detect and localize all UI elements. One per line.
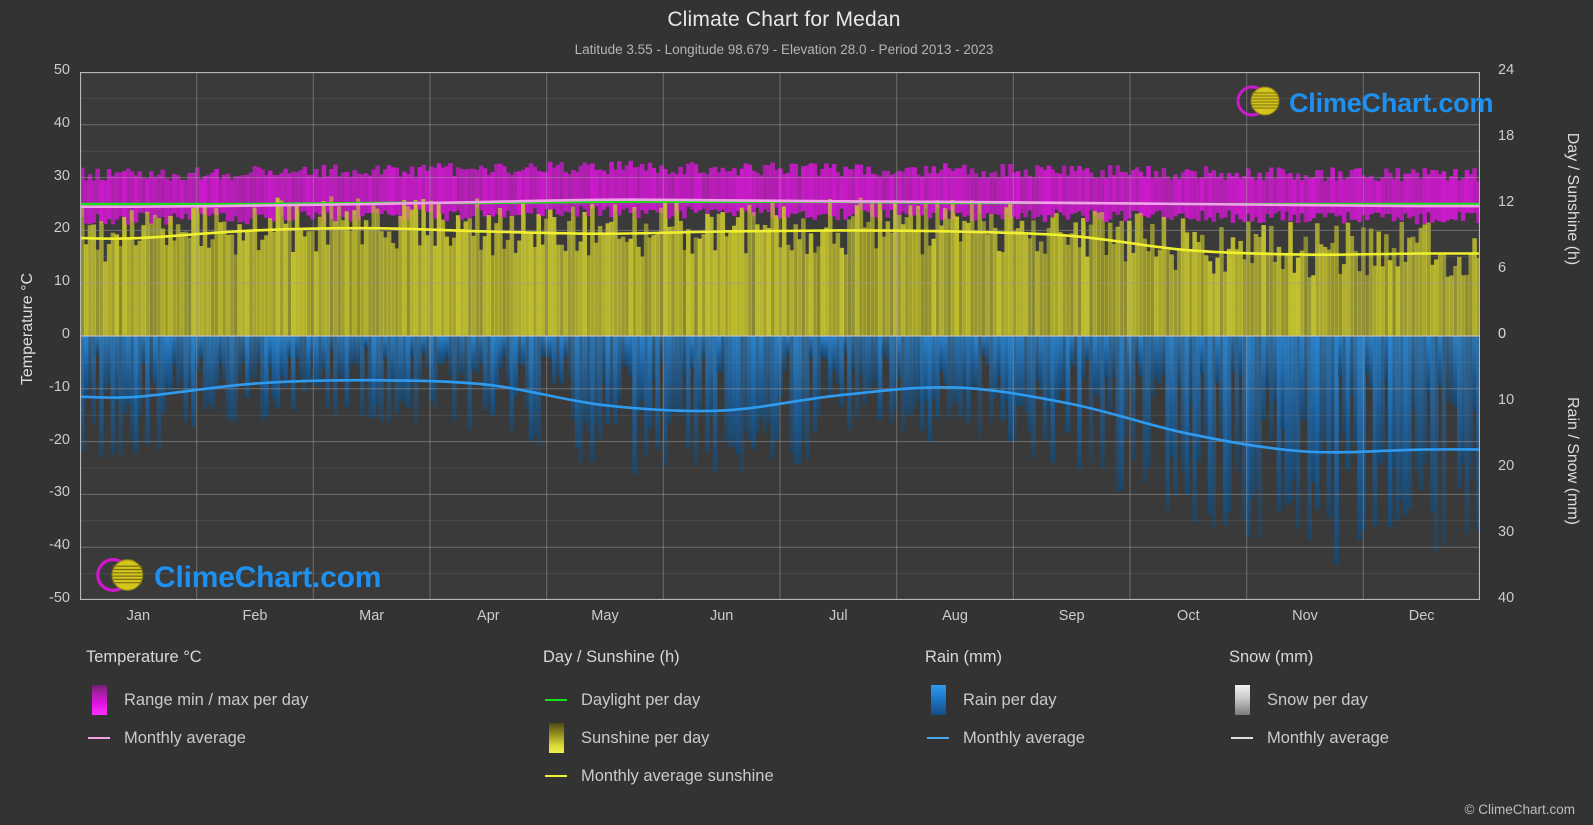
legend-item-temp-average: Monthly average [86, 719, 308, 757]
x-axis-tick: Oct [1177, 608, 1200, 624]
legend-heading-snow: Snow (mm) [1229, 648, 1314, 666]
legend-label-snow-average: Monthly average [1267, 728, 1389, 747]
footer-credit: © ClimeChart.com [1464, 802, 1575, 817]
x-axis-tick: Jul [829, 608, 848, 624]
legend-item-snow-average: Monthly average [1229, 719, 1389, 757]
x-axis-tick: Jun [709, 608, 734, 624]
logo-mark [96, 558, 144, 592]
legend-item-sunshine: Sunshine per day [543, 719, 774, 757]
legend-item-snow: Snow per day [1229, 681, 1389, 719]
legend-label-rain: Rain per day [963, 690, 1057, 709]
watermark-wordmark-top: ClimeChart.com [1289, 88, 1494, 118]
legend-label-temp-range: Range min / max per day [124, 690, 309, 709]
legend-item-rain-average: Monthly average [925, 719, 1085, 757]
climate-plot [80, 72, 1480, 600]
watermark-wordmark-main: ClimeChart.com [154, 560, 382, 594]
x-axis-tick: May [591, 608, 619, 624]
y-axis-right-top-tick: 6 [1498, 260, 1507, 276]
y-axis-right-top-tick: 18 [1498, 128, 1515, 144]
legend-group-day-sunshine: Day / Sunshine (h) Daylight per day Suns… [543, 648, 774, 795]
legend-heading-day-sunshine: Day / Sunshine (h) [543, 648, 680, 666]
legend-group-temperature: Temperature °C Range min / max per day M… [86, 648, 308, 757]
rain-average-line-icon [925, 736, 951, 740]
y-axis-left-tick: 0 [61, 326, 70, 342]
y-axis-left-tick: -40 [49, 537, 70, 554]
legend-item-sunshine-average: Monthly average sunshine [543, 757, 774, 795]
x-axis-tick: Aug [942, 608, 968, 624]
climechart-logo-icon [92, 552, 154, 603]
y-axis-left-tick: 40 [53, 114, 70, 131]
y-axis-left-tick: -30 [49, 484, 70, 501]
legend-group-snow: Snow (mm) Snow per day Monthly average [1229, 648, 1389, 757]
snow-swatch-icon [1229, 685, 1255, 715]
y-axis-right-bottom-title: Rain / Snow (mm) [1564, 396, 1581, 526]
legend-item-rain: Rain per day [925, 681, 1085, 719]
watermark-logo-main: ClimeChart.com [92, 552, 381, 603]
y-axis-left-tick: 30 [53, 167, 70, 184]
snow-average-line-icon [1229, 736, 1255, 740]
y-axis-right-bottom-tick: 20 [1498, 458, 1515, 474]
legend-label-sunshine-average: Monthly average sunshine [581, 766, 774, 785]
legend-heading-rain: Rain (mm) [925, 648, 1002, 666]
y-axis-right-bottom-tick: 40 [1498, 590, 1515, 606]
y-axis-right-bottom-tick: 30 [1498, 524, 1515, 540]
y-axis-left-tick: 20 [53, 220, 70, 237]
watermark-logo-top: ClimeChart.com [1233, 80, 1493, 127]
x-axis-tick: Dec [1408, 608, 1435, 624]
x-axis-tick: Nov [1292, 608, 1318, 624]
rain-swatch-icon [925, 685, 951, 715]
temp-range-swatch-icon [86, 685, 112, 715]
sunshine-swatch-icon [543, 723, 569, 753]
legend-item-temp-range: Range min / max per day [86, 681, 308, 719]
legend-heading-temperature: Temperature °C [86, 648, 202, 666]
page-title: Climate Chart for Medan [667, 8, 901, 31]
climechart-logo-icon [1233, 80, 1289, 127]
x-axis-tick: Sep [1058, 608, 1085, 624]
y-axis-left-tick: -20 [49, 431, 70, 448]
y-axis-right-top-tick: 12 [1498, 194, 1515, 210]
y-axis-left-tick: -10 [49, 378, 70, 395]
legend-label-rain-average: Monthly average [963, 728, 1085, 747]
legend-label-daylight: Daylight per day [581, 690, 701, 709]
legend-label-sunshine: Sunshine per day [581, 728, 710, 747]
x-axis-tick: Apr [477, 608, 500, 624]
y-axis-right-bottom-tick: 10 [1498, 392, 1515, 408]
y-axis-right-top-tick: 24 [1498, 62, 1515, 78]
page-subtitle: Latitude 3.55 - Longitude 98.679 - Eleva… [574, 42, 994, 57]
sunshine-average-line-icon [543, 774, 569, 778]
x-axis-tick: Jan [126, 608, 151, 624]
x-axis-tick: Mar [359, 608, 385, 624]
y-axis-left-tick: 10 [53, 273, 70, 290]
chart-legend: Temperature °C Range min / max per day M… [0, 648, 1593, 798]
y-axis-left-tick: -50 [49, 590, 70, 606]
legend-label-snow: Snow per day [1267, 690, 1368, 709]
x-axis-tick: Feb [242, 608, 268, 624]
y-axis-left-tick: 50 [53, 62, 70, 78]
climate-chart-page: Climate Chart for Medan Latitude 3.55 - … [0, 0, 1593, 825]
legend-label-temp-average: Monthly average [124, 728, 246, 747]
legend-item-daylight: Daylight per day [543, 681, 774, 719]
gridlines [80, 72, 1480, 600]
y-axis-right-top-title: Day / Sunshine (h) [1564, 132, 1581, 266]
legend-group-rain: Rain (mm) Rain per day Monthly average [925, 648, 1085, 757]
y-axis-right-bottom-tick: 0 [1498, 326, 1507, 342]
logo-mark [1236, 85, 1280, 117]
temp-average-line-icon [86, 736, 112, 740]
daylight-line-icon [543, 698, 569, 702]
plot-area: 50 40 30 20 10 0 -10 -20 -30 -40 -50 24 18 12 6 0 0 10 20 3… [49, 62, 1514, 624]
